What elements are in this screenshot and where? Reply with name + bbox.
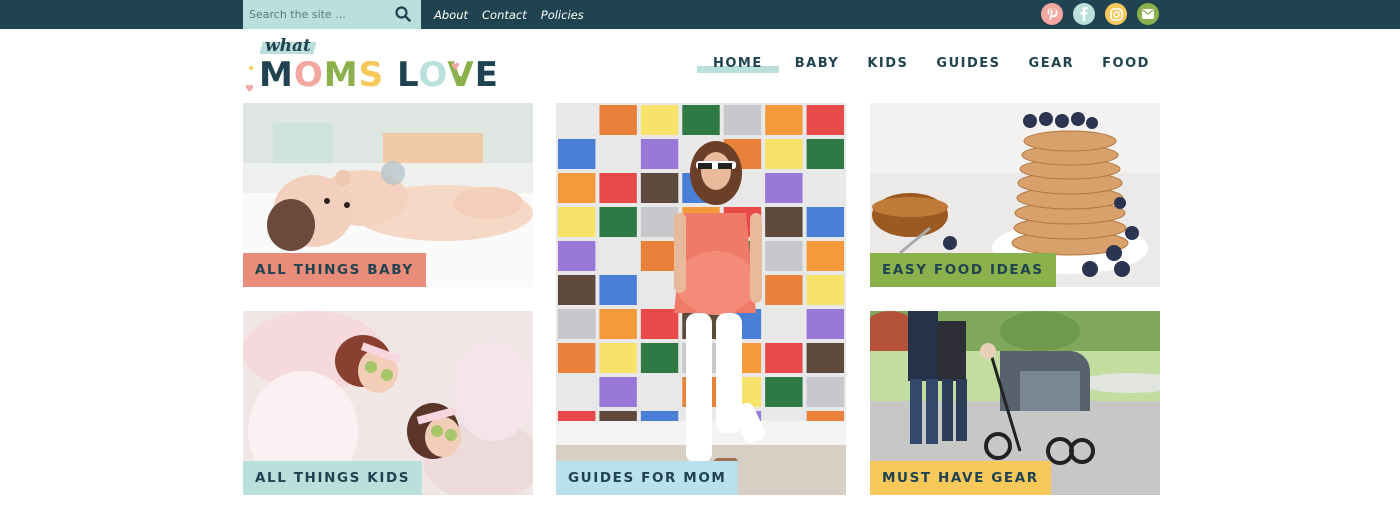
logo-letter: S	[358, 55, 385, 95]
logo-letter: M	[323, 55, 359, 95]
nav-kids[interactable]: KIDS	[867, 56, 908, 73]
policies-link[interactable]: Policies	[541, 8, 584, 22]
email-icon[interactable]	[1137, 3, 1159, 25]
top-bar: About Contact Policies	[0, 0, 1400, 29]
tile-label: ALL THINGS BABY	[243, 253, 426, 287]
tile-guides[interactable]: GUIDES FOR MOM	[556, 103, 846, 495]
pinterest-icon[interactable]	[1041, 3, 1063, 25]
about-link[interactable]: About	[434, 8, 468, 22]
logo-letter: O	[418, 55, 448, 95]
logo-dot	[457, 76, 462, 81]
tile-gear[interactable]: MUST HAVE GEAR	[870, 311, 1160, 495]
heart-icon: ♥	[245, 84, 254, 95]
logo-letter	[384, 55, 397, 95]
tile-baby[interactable]: ALL THINGS BABY	[243, 103, 533, 287]
tile-label: MUST HAVE GEAR	[870, 461, 1051, 495]
search-box	[243, 0, 421, 29]
guides-photo	[556, 103, 846, 495]
contact-link[interactable]: Contact	[482, 8, 527, 22]
tile-label: EASY FOOD IDEAS	[870, 253, 1056, 287]
social-icons	[1041, 3, 1159, 25]
logo-letter: L	[396, 55, 419, 95]
tile-label: GUIDES FOR MOM	[556, 461, 739, 495]
site-logo[interactable]: what MOMS LOVE ♥ ♥	[245, 36, 498, 98]
logo-letter: V	[447, 55, 475, 95]
nav-food[interactable]: FOOD	[1102, 56, 1150, 73]
nav-guides[interactable]: GUIDES	[936, 56, 1000, 73]
instagram-icon[interactable]	[1105, 3, 1127, 25]
nav-gear[interactable]: GEAR	[1029, 56, 1075, 73]
top-links: About Contact Policies	[434, 0, 584, 29]
logo-letter: M	[259, 55, 294, 95]
logo-what: what	[265, 36, 311, 56]
nav-baby[interactable]: BABY	[795, 56, 840, 73]
tile-kids[interactable]: ALL THINGS KIDS	[243, 311, 533, 495]
nav-home[interactable]: HOME	[697, 56, 779, 73]
search-icon[interactable]	[395, 6, 411, 22]
tile-label: ALL THINGS KIDS	[243, 461, 423, 495]
main-nav: HOME BABY KIDS GUIDES GEAR FOOD	[697, 56, 1178, 73]
logo-letter: O	[293, 55, 324, 95]
search-input[interactable]	[243, 0, 389, 29]
logo-wordmark: MOMS LOVE	[259, 56, 499, 94]
logo-letter: E	[474, 55, 499, 95]
heart-icon: ♥	[451, 62, 460, 73]
tile-food[interactable]: EASY FOOD IDEAS	[870, 103, 1160, 287]
logo-dot	[249, 66, 253, 70]
facebook-icon[interactable]	[1073, 3, 1095, 25]
